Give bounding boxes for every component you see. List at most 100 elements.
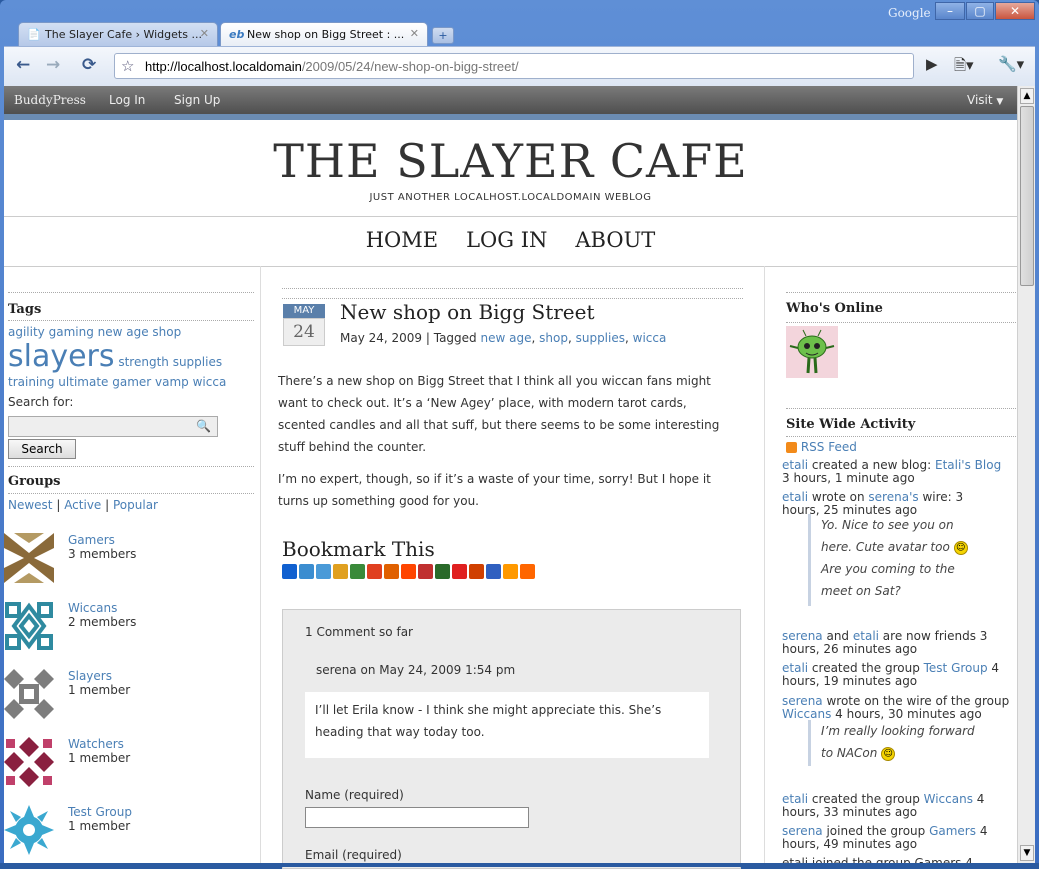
nav-home[interactable]: HOME [366, 228, 438, 252]
group-name[interactable]: Slayers [68, 669, 112, 683]
date-day: 24 [283, 318, 325, 346]
bookmark-service-icon[interactable] [486, 564, 501, 579]
magnifier-icon: 🔍 [196, 419, 211, 433]
nav-about[interactable]: ABOUT [575, 228, 655, 252]
page-menu-icon[interactable]: 🗎▾ [954, 55, 974, 80]
filter-active[interactable]: Active [64, 498, 101, 512]
activity-quote: I’m really looking forward to NACon ☺ [808, 720, 988, 766]
group-name[interactable]: Wiccans [68, 601, 117, 615]
filter-newest[interactable]: Newest [8, 498, 53, 512]
go-icon[interactable]: ▶ [926, 55, 938, 73]
group-avatar[interactable] [4, 601, 54, 651]
back-icon[interactable]: ← [16, 55, 30, 75]
bookmark-service-icon[interactable] [520, 564, 535, 579]
tag-link[interactable]: shop [539, 331, 568, 345]
new-tab-button[interactable]: + [432, 27, 454, 44]
divider [786, 322, 1016, 323]
minimize-button[interactable]: – [935, 2, 965, 20]
bookmark-service-icon[interactable] [469, 564, 484, 579]
activity-item: serena and etali are now friends 3 hours,… [782, 629, 988, 656]
bookmark-service-icon[interactable] [299, 564, 314, 579]
divider [4, 266, 1017, 267]
post-paragraph: I’m no expert, though, so if it’s a wast… [278, 472, 711, 508]
vertical-scrollbar[interactable]: ▲ ▼ [1017, 86, 1035, 863]
date-badge: MAY 24 [283, 304, 325, 352]
column-divider [764, 266, 765, 863]
nav-login[interactable]: LOG IN [466, 228, 547, 252]
bookmark-service-icon[interactable] [367, 564, 382, 579]
search-button[interactable]: Search [8, 439, 76, 459]
comment-author: serena [316, 663, 357, 677]
group-avatar[interactable] [4, 737, 54, 787]
scroll-up-icon[interactable]: ▲ [1020, 88, 1034, 104]
group-name[interactable]: Gamers [68, 533, 115, 547]
signup-link[interactable]: Sign Up [174, 93, 220, 107]
bookmark-service-icon[interactable] [384, 564, 399, 579]
bookmark-service-icon[interactable] [282, 564, 297, 579]
group-avatar[interactable] [4, 533, 54, 583]
buddypress-logo[interactable]: BuddyPress [14, 93, 86, 107]
header-stripe [4, 114, 1017, 120]
forward-icon[interactable]: → [46, 55, 60, 75]
close-tab-icon[interactable]: ✕ [410, 27, 419, 40]
reload-icon[interactable]: ⟳ [82, 55, 96, 75]
divider [4, 216, 1017, 217]
divider [282, 288, 743, 289]
rss-link[interactable]: RSS Feed [786, 440, 857, 454]
groups-filters: Newest | Active | Popular [8, 498, 158, 512]
name-input[interactable] [305, 807, 529, 828]
bookmark-service-icon[interactable] [316, 564, 331, 579]
group-name[interactable]: Test Group [68, 805, 132, 819]
tab-new-shop[interactable]: eb New shop on Bigg Street : ... ✕ [220, 22, 428, 46]
wrench-icon[interactable]: 🔧▾ [998, 55, 1024, 73]
bookmark-star-icon[interactable]: ☆ [121, 57, 134, 75]
group-item[interactable]: Slayers 1 member [4, 669, 254, 725]
online-user-avatar[interactable] [786, 326, 838, 378]
close-tab-icon[interactable]: ✕ [200, 27, 209, 40]
activity-item: etali created a new blog: Etali's Blog 3 … [782, 458, 1002, 485]
group-name[interactable]: Watchers [68, 737, 124, 751]
group-item[interactable]: Gamers 3 members [4, 533, 254, 589]
site-favicon-icon: eb [229, 28, 245, 41]
bookmark-service-icon[interactable] [401, 564, 416, 579]
tag-link[interactable]: wicca [633, 331, 667, 345]
bookmark-service-icon[interactable] [503, 564, 518, 579]
search-input[interactable]: 🔍 [8, 416, 218, 437]
tag-cloud-line2[interactable]: slayers strength supplies [8, 339, 222, 374]
comment-body: I’ll let Erila know - I think she might … [305, 692, 709, 758]
group-avatar[interactable] [4, 669, 54, 719]
tag-link[interactable]: new age [481, 331, 532, 345]
tag-cloud-line1[interactable]: agility gaming new age shop [8, 325, 181, 339]
login-link[interactable]: Log In [109, 93, 145, 107]
post-paragraph: There’s a new shop on Bigg Street that I… [278, 374, 720, 454]
bookmark-service-icon[interactable] [452, 564, 467, 579]
group-item[interactable]: Wiccans 2 members [4, 601, 254, 657]
bookmark-service-icon[interactable] [435, 564, 450, 579]
maximize-button[interactable]: ▢ [966, 2, 994, 20]
scroll-down-icon[interactable]: ▼ [1020, 845, 1034, 861]
close-window-button[interactable]: ✕ [995, 2, 1035, 20]
site-title[interactable]: THE SLAYER CAFE [4, 134, 1017, 188]
group-item[interactable]: Watchers 1 member [4, 737, 254, 793]
divider [8, 493, 254, 494]
profile-label: Google [888, 6, 931, 20]
group-item[interactable]: Test Group 1 member [4, 805, 254, 861]
date-month: MAY [283, 304, 325, 318]
scroll-thumb[interactable] [1020, 106, 1034, 286]
tag-slayers[interactable]: slayers [8, 339, 115, 374]
address-bar[interactable]: ☆ http://localhost.localdomain/2009/05/2… [114, 53, 914, 79]
filter-popular[interactable]: Popular [113, 498, 158, 512]
smiley-icon: ☺ [953, 540, 968, 555]
tag-cloud-line3[interactable]: training ultimate gamer vamp wicca [8, 375, 226, 389]
tab-widgets[interactable]: 📄 The Slayer Cafe › Widgets ... ✕ [18, 22, 218, 46]
rss-icon [786, 442, 797, 453]
tag-link[interactable]: supplies [576, 331, 625, 345]
bookmark-service-icon[interactable] [418, 564, 433, 579]
visit-menu[interactable]: Visit ▼ [967, 93, 1003, 107]
group-avatar[interactable] [4, 805, 54, 855]
activity-item: etali created the group Test Group 4 hour… [782, 661, 1000, 688]
bookmark-service-icon[interactable] [333, 564, 348, 579]
post-title[interactable]: New shop on Bigg Street [340, 300, 595, 324]
group-members: 1 member [68, 683, 131, 697]
bookmark-service-icon[interactable] [350, 564, 365, 579]
